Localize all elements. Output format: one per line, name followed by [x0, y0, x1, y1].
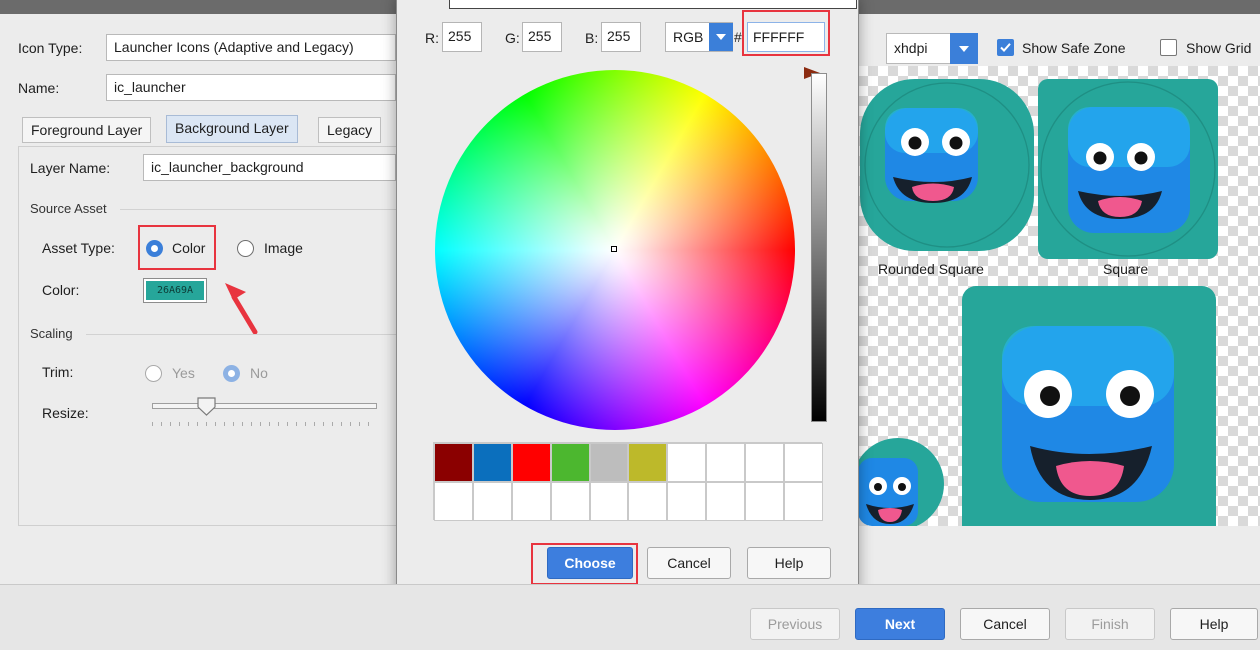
layer-name-label: Layer Name: — [30, 160, 111, 176]
color-swatch[interactable] — [745, 443, 785, 482]
rounded-square-label: Rounded Square — [878, 261, 984, 277]
name-field[interactable]: ic_launcher — [106, 74, 396, 101]
color-swatch[interactable] — [511, 482, 551, 521]
help-button[interactable]: Help — [1170, 608, 1258, 640]
show-grid-checkbox[interactable] — [1160, 39, 1177, 56]
dialog-cancel-button[interactable]: Cancel — [647, 547, 731, 579]
color-swatch[interactable] — [784, 482, 823, 521]
show-grid-label: Show Grid — [1186, 40, 1252, 56]
asset-type-label: Asset Type: — [42, 240, 115, 256]
color-swatch[interactable] — [589, 482, 629, 521]
color-swatch[interactable] — [706, 482, 746, 521]
icon-type-select[interactable]: Launcher Icons (Adaptive and Legacy) — [106, 34, 396, 61]
color-swatch[interactable] — [589, 443, 629, 482]
layer-name-field[interactable]: ic_launcher_background — [143, 154, 396, 181]
check-icon — [1000, 43, 1011, 52]
color-swatch[interactable] — [472, 482, 512, 521]
color-swatch[interactable] — [434, 443, 473, 482]
color-swatch[interactable] — [667, 443, 707, 482]
asset-type-image-label: Image — [264, 240, 303, 256]
name-label: Name: — [18, 80, 60, 96]
color-value: 26A69A — [146, 281, 204, 300]
density-dropdown-button[interactable] — [950, 33, 978, 64]
trim-yes-label: Yes — [172, 365, 195, 381]
resize-label: Resize: — [42, 405, 89, 421]
g-label: G: — [505, 30, 520, 46]
rounded-square-icon-preview — [860, 79, 1034, 251]
trim-no-radio[interactable] — [223, 365, 240, 382]
slider-ticks — [152, 422, 377, 426]
mode-dropdown-button[interactable] — [709, 23, 733, 51]
color-mode-select[interactable]: RGB — [665, 22, 733, 52]
show-safe-zone-label: Show Safe Zone — [1022, 40, 1126, 56]
color-chooser-dialog: R: 255 G: 255 B: 255 RGB # FFFFFF Choose… — [396, 0, 859, 602]
icon-preview-area: Rounded Square Square — [858, 66, 1260, 526]
show-safe-zone-checkbox[interactable] — [997, 39, 1014, 56]
color-wheel-cursor[interactable] — [611, 246, 617, 252]
brightness-slider[interactable] — [811, 73, 827, 422]
color-swatch[interactable] — [550, 443, 590, 482]
color-swatch[interactable] — [745, 482, 785, 521]
color-swatch[interactable] — [472, 443, 512, 482]
color-mode-value: RGB — [673, 29, 704, 45]
color-swatch[interactable] — [784, 443, 823, 482]
icon-type-label: Icon Type: — [18, 40, 83, 56]
g-field[interactable]: 255 — [522, 22, 562, 52]
color-preview-bar — [449, 0, 857, 9]
hex-field[interactable]: FFFFFF — [747, 22, 825, 52]
square-label: Square — [1103, 261, 1149, 277]
recent-colors-grid — [433, 442, 823, 521]
asset-type-color-label: Color — [172, 240, 206, 256]
asset-type-color-radio[interactable] — [146, 240, 163, 257]
color-swatch[interactable] — [628, 482, 668, 521]
previous-button[interactable]: Previous — [750, 608, 840, 640]
color-swatch[interactable] — [706, 443, 746, 482]
tab-legacy[interactable]: Legacy — [318, 117, 382, 143]
scaling-heading: Scaling — [30, 326, 73, 341]
trim-no-label: No — [250, 365, 268, 381]
small-circle-icon-preview — [858, 438, 944, 526]
slider-thumb[interactable] — [196, 396, 218, 418]
divider — [120, 209, 396, 210]
dialog-help-button[interactable]: Help — [747, 547, 831, 579]
source-asset-heading: Source Asset — [30, 201, 107, 216]
next-button[interactable]: Next — [855, 608, 945, 640]
slider-track — [152, 403, 377, 409]
color-wheel[interactable] — [435, 70, 795, 430]
density-value: xhdpi — [894, 40, 928, 56]
choose-button[interactable]: Choose — [547, 547, 633, 579]
color-swatch[interactable] — [667, 482, 707, 521]
color-label: Color: — [42, 282, 80, 298]
color-swatch-button[interactable]: 26A69A — [143, 278, 207, 303]
asset-type-image-radio[interactable] — [237, 240, 254, 257]
r-field[interactable]: 255 — [442, 22, 482, 52]
tab-background-layer[interactable]: Background Layer — [166, 115, 298, 143]
square-icon-preview — [1038, 79, 1218, 259]
cancel-button[interactable]: Cancel — [960, 608, 1050, 640]
color-swatch[interactable] — [511, 443, 551, 482]
divider — [86, 334, 396, 335]
finish-button[interactable]: Finish — [1065, 608, 1155, 640]
large-icon-preview — [962, 286, 1216, 526]
hash-label: # — [734, 29, 742, 45]
chevron-down-icon — [716, 34, 726, 40]
tab-foreground-layer[interactable]: Foreground Layer — [22, 117, 152, 143]
b-label: B: — [585, 30, 599, 46]
color-swatch[interactable] — [628, 443, 668, 482]
r-label: R: — [425, 30, 439, 46]
color-swatch[interactable] — [550, 482, 590, 521]
b-field[interactable]: 255 — [601, 22, 641, 52]
chevron-down-icon — [959, 46, 969, 52]
trim-label: Trim: — [42, 364, 74, 380]
red-arrow-annotation — [225, 283, 258, 335]
resize-slider[interactable] — [150, 396, 378, 430]
trim-yes-radio[interactable] — [145, 365, 162, 382]
color-swatch[interactable] — [434, 482, 473, 521]
